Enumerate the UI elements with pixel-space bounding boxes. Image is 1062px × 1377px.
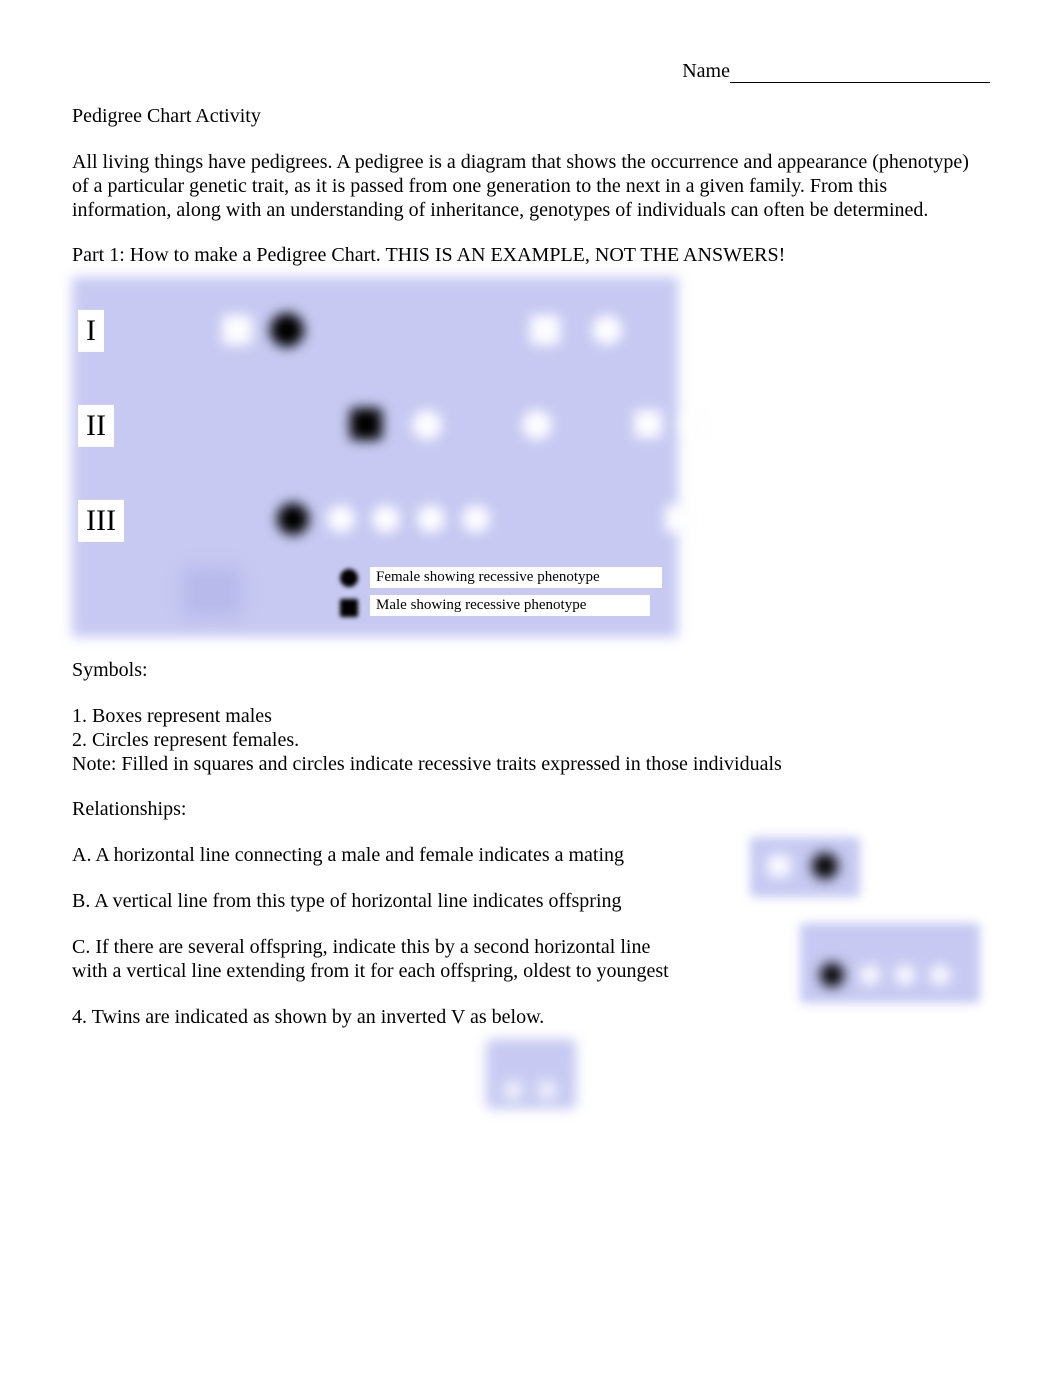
male-unaffected-icon: [222, 315, 252, 345]
part1-heading: Part 1: How to make a Pedigree Chart. TH…: [72, 244, 990, 267]
intro-paragraph: All living things have pedigrees. A pedi…: [72, 150, 990, 222]
male-unaffected-icon: [665, 505, 693, 533]
male-unaffected-icon: [634, 410, 662, 438]
relationship-c: C. If there are several offspring, indic…: [72, 935, 682, 983]
relationship-d: 4. Twins are indicated as shown by an in…: [72, 1005, 990, 1029]
male-unaffected-icon: [530, 315, 560, 345]
female-affected-icon: [277, 503, 309, 535]
legend-female-affected: Female showing recessive phenotype: [370, 567, 662, 588]
generation-row-1: I: [72, 287, 678, 379]
document-title: Pedigree Chart Activity: [72, 105, 990, 128]
female-unaffected-icon: [417, 505, 445, 533]
female-unaffected-icon: [412, 410, 442, 440]
name-label: Name: [682, 60, 730, 82]
pedigree-chart-example: I II III Female: [72, 277, 678, 637]
generation-label-3: III: [78, 500, 124, 542]
female-affected-legend-icon: [340, 569, 358, 587]
female-unaffected-icon: [327, 505, 355, 533]
offspring-illustration: [800, 923, 980, 1003]
chart-legend: Female showing recessive phenotype Male …: [72, 557, 678, 637]
legend-male-affected: Male showing recessive phenotype: [370, 595, 650, 616]
twins-illustration: [486, 1039, 576, 1109]
female-unaffected-icon: [522, 410, 552, 440]
symbols-item-2: 2. Circles represent females.: [72, 728, 990, 752]
generation-label-1: I: [78, 310, 104, 352]
generation-row-3: III: [72, 477, 678, 569]
male-affected-legend-icon: [340, 599, 358, 617]
name-blank-line[interactable]: [730, 62, 990, 83]
generation-label-2: II: [78, 405, 114, 447]
symbols-heading: Symbols:: [72, 659, 990, 682]
female-affected-icon: [270, 313, 304, 347]
male-affected-icon: [350, 408, 382, 440]
mating-pair-illustration: [750, 837, 860, 897]
female-unaffected-icon: [592, 315, 622, 345]
symbols-item-1: 1. Boxes represent males: [72, 704, 990, 728]
name-field-line: Name: [72, 60, 990, 83]
female-unaffected-icon: [462, 505, 490, 533]
female-unaffected-icon: [372, 505, 400, 533]
female-unaffected-icon: [682, 410, 710, 438]
symbols-note: Note: Filled in squares and circles indi…: [72, 752, 990, 776]
generation-row-2: II: [72, 382, 678, 474]
relationships-heading: Relationships:: [72, 798, 990, 821]
